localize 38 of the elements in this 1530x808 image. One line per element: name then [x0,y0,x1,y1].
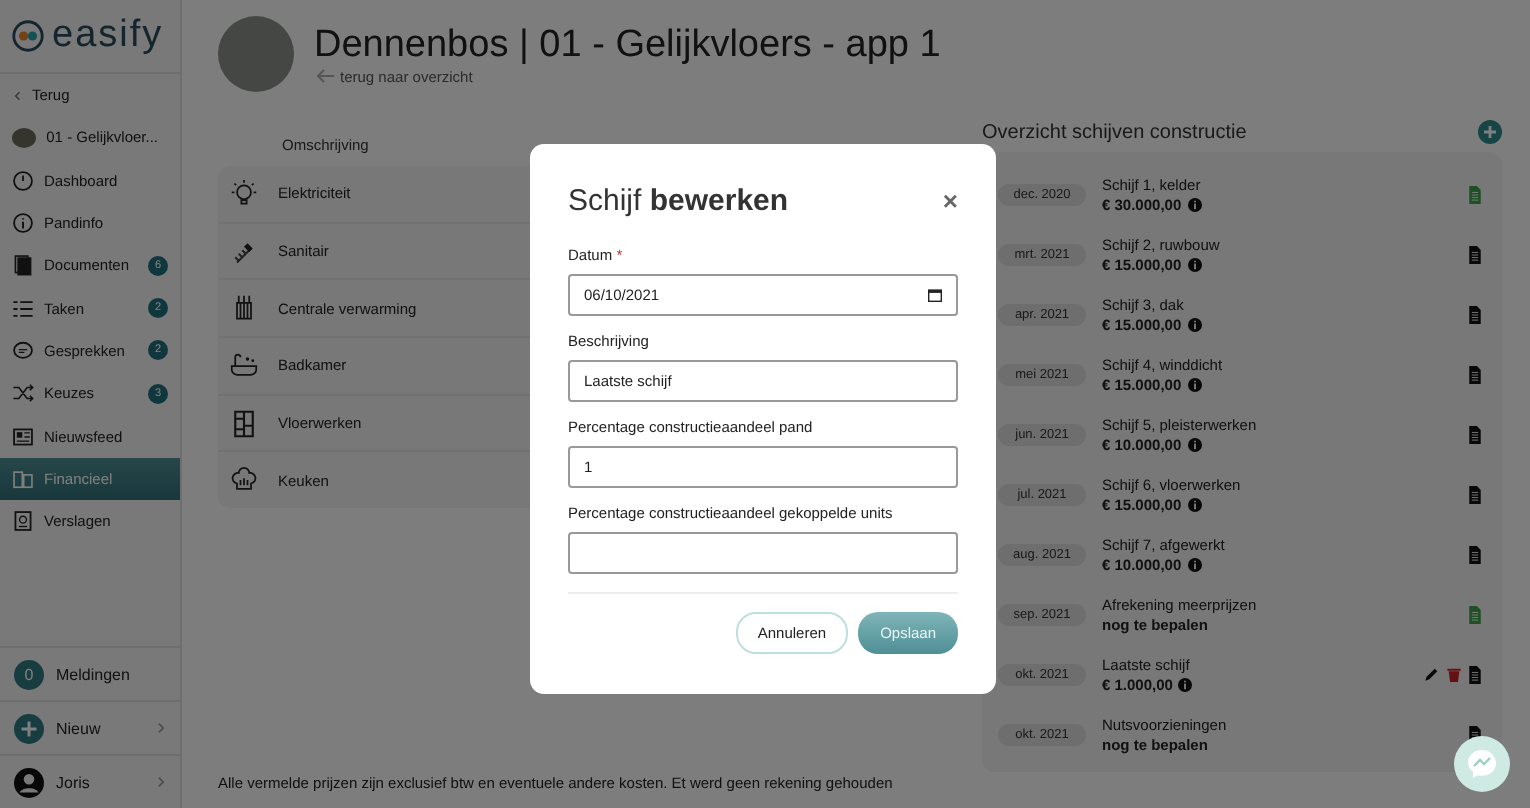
user-avatar-icon [14,767,44,797]
newspaper-icon [12,425,34,448]
panel-title: Overzicht schijven constructie [982,121,1247,143]
user-menu[interactable]: Joris [56,773,144,791]
checklist-icon [12,297,34,320]
add-icon[interactable] [1478,120,1502,144]
chevron-right-icon [156,720,166,736]
chevron-left-icon [12,87,22,104]
new-menu[interactable]: Nieuw [56,719,144,737]
notification-count: 0 [14,659,44,689]
page-title: Dennenbos | 01 - Gelijkvloers - app 1 [314,23,941,67]
unit-photo [12,127,37,148]
chevron-right-icon [156,774,166,790]
input-field[interactable] [568,532,958,574]
plus-icon [14,713,44,743]
chat-icon [12,339,34,362]
notifications-link[interactable]: Meldingen [56,665,130,683]
close-button[interactable]: × [942,180,958,222]
arrow-left-icon [314,68,334,84]
pencil-icon[interactable] [1424,666,1440,682]
app-logo-text: easify [52,14,164,58]
chat-button[interactable] [1454,736,1510,792]
documents-icon [12,254,34,277]
radiator-icon [230,294,258,323]
trash-icon[interactable] [1446,666,1462,682]
bathtub-icon [230,351,258,380]
dashboard-icon [12,169,34,192]
logo-icon [12,20,44,52]
light-bulb-icon [230,179,258,208]
chef-hat-icon [230,466,258,495]
calendar-icon [928,288,942,302]
chat-bubble-icon [1466,748,1498,780]
info-icon [12,212,34,235]
property-photo [218,16,294,92]
flooring-icon [230,409,258,438]
modal-title: Schijf bewerken [568,184,789,218]
report-icon [12,510,34,533]
shuffle-icon [12,382,34,405]
